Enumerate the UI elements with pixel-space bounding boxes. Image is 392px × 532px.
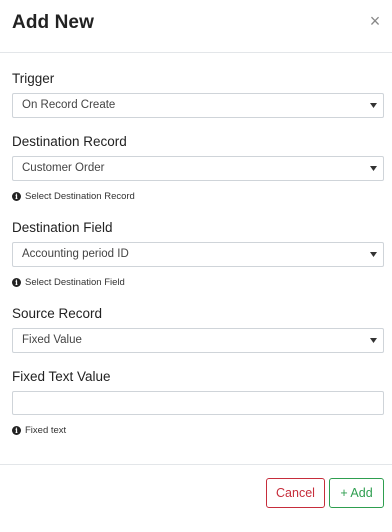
info-circle-icon: i — [12, 192, 21, 201]
caret-down-icon — [370, 103, 377, 108]
fixed-text-value-label: Fixed Text Value — [12, 369, 111, 384]
destination-field-select-value: Accounting period ID — [22, 248, 129, 260]
destination-field-select[interactable]: Accounting period ID — [12, 242, 384, 267]
destination-field-hint: i Select Destination Field — [12, 277, 125, 288]
destination-record-select[interactable]: Customer Order — [12, 156, 384, 181]
info-circle-icon: i — [12, 278, 21, 287]
dialog-title: Add New — [12, 12, 94, 33]
caret-down-icon — [370, 338, 377, 343]
cancel-button[interactable]: Cancel — [266, 478, 325, 508]
source-record-select-value: Fixed Value — [22, 334, 82, 346]
destination-record-label: Destination Record — [12, 134, 127, 149]
add-button[interactable]: + Add — [329, 478, 384, 508]
destination-record-hint: i Select Destination Record — [12, 191, 135, 202]
fixed-text-hint-text: Fixed text — [25, 425, 67, 436]
trigger-select[interactable]: On Record Create — [12, 93, 384, 118]
destination-record-select-value: Customer Order — [22, 162, 105, 174]
caret-down-icon — [370, 166, 377, 171]
dialog-header: Add New × — [0, 0, 392, 53]
footer-divider — [0, 464, 392, 465]
close-icon[interactable]: × — [368, 12, 382, 30]
source-record-label: Source Record — [12, 306, 103, 321]
destination-record-hint-text: Select Destination Record — [25, 191, 135, 202]
trigger-select-value: On Record Create — [22, 99, 116, 111]
destination-field-hint-text: Select Destination Field — [25, 277, 125, 288]
info-circle-icon: i — [12, 426, 21, 435]
fixed-text-hint: i Fixed text — [12, 425, 66, 436]
source-record-select[interactable]: Fixed Value — [12, 328, 384, 353]
caret-down-icon — [370, 252, 377, 257]
fixed-text-value-input[interactable] — [12, 391, 384, 415]
trigger-label: Trigger — [12, 71, 55, 86]
destination-field-label: Destination Field — [12, 220, 113, 235]
